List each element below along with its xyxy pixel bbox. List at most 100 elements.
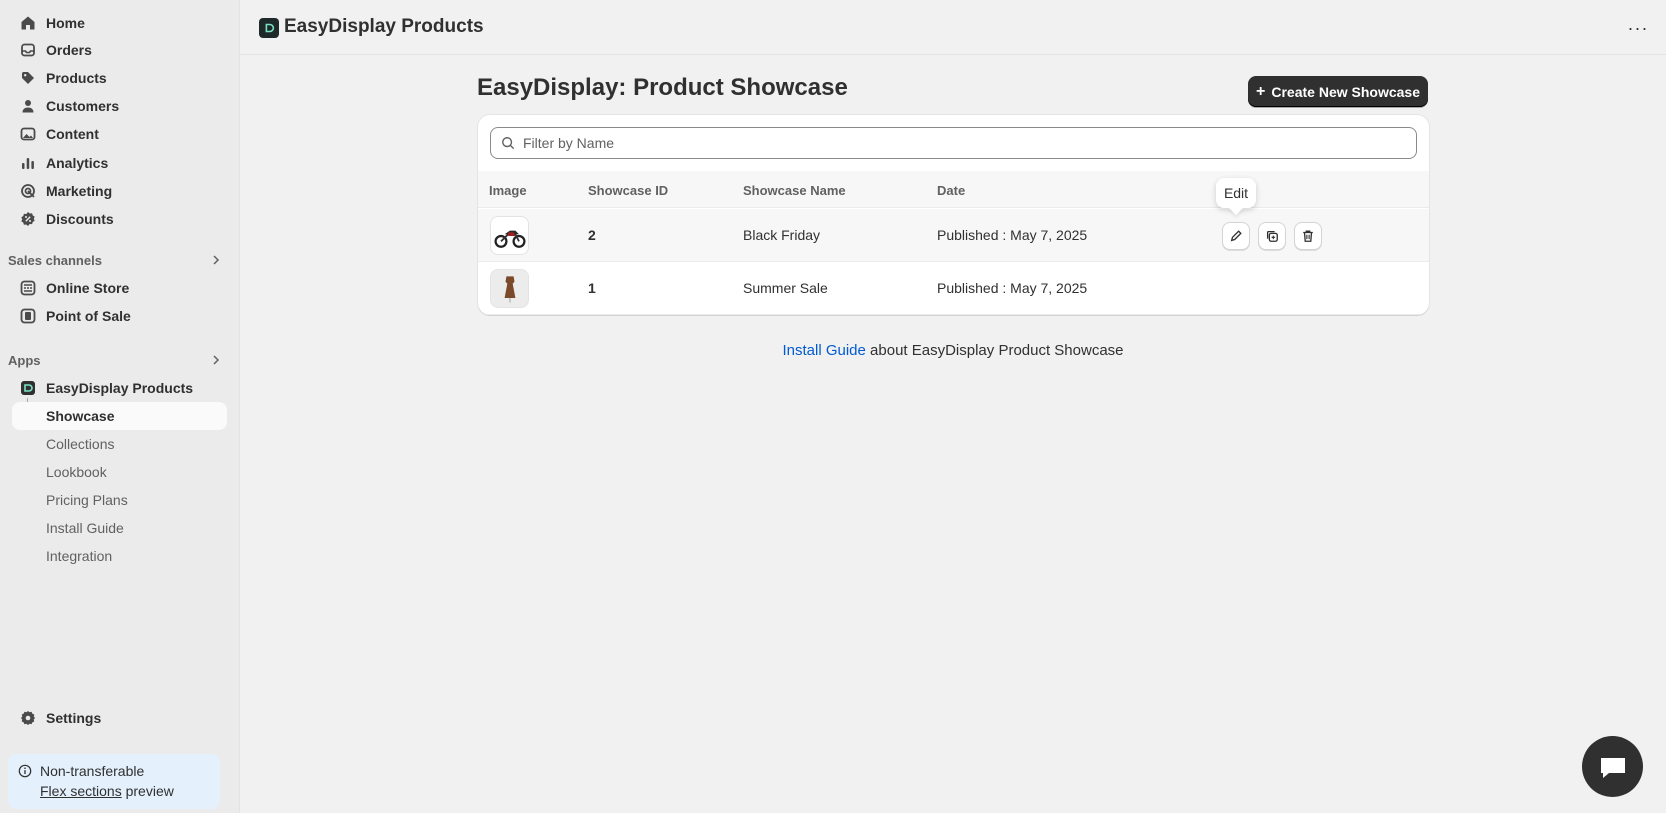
bar-chart-icon <box>20 155 36 171</box>
nav-label: Discounts <box>46 211 114 227</box>
nav-label: Products <box>46 70 107 86</box>
nav-install-guide[interactable]: Install Guide <box>12 514 227 542</box>
preview-notice: Non-transferable Flex sections preview <box>8 754 220 809</box>
nav-content[interactable]: Content <box>12 120 227 148</box>
nav-label: Integration <box>46 548 113 564</box>
chat-icon <box>1600 757 1625 778</box>
plus-icon: + <box>1256 82 1266 100</box>
app-logo-icon <box>259 18 279 38</box>
column-header: Image <box>489 183 527 198</box>
nav-analytics[interactable]: Analytics <box>12 149 227 177</box>
nav-label: Settings <box>46 710 102 726</box>
install-guide-link[interactable]: Install Guide <box>782 342 865 359</box>
nav-discounts[interactable]: Discounts <box>12 205 227 233</box>
duplicate-button[interactable] <box>1258 222 1286 250</box>
target-icon <box>20 183 36 199</box>
showcase-name: Black Friday <box>743 227 821 243</box>
store-icon <box>20 280 36 296</box>
gear-icon <box>20 710 36 726</box>
showcase-date: Published : May 7, 2025 <box>937 280 1088 296</box>
nav-label: Home <box>46 15 85 31</box>
nav-collections[interactable]: Collections <box>12 430 227 458</box>
section-label: Apps <box>8 352 41 368</box>
nav-lookbook[interactable]: Lookbook <box>12 458 227 486</box>
nav-point-of-sale[interactable]: Point of Sale <box>12 302 227 330</box>
home-icon <box>20 15 36 31</box>
filter-search-field[interactable] <box>490 127 1417 159</box>
edit-button[interactable] <box>1222 222 1250 250</box>
discount-icon <box>20 211 36 227</box>
button-label: Create New Showcase <box>1271 83 1420 100</box>
table-header: Image Showcase ID Showcase Name Date <box>478 171 1429 208</box>
notice-line2: Flex sections preview <box>40 781 210 801</box>
showcase-id: 1 <box>588 280 596 296</box>
app-title: EasyDisplay Products <box>284 16 484 37</box>
nav-home[interactable]: Home <box>12 9 227 37</box>
column-header: Showcase ID <box>588 183 669 198</box>
app-header: EasyDisplay Products ··· <box>240 0 1666 55</box>
nav-label: Marketing <box>46 183 113 199</box>
chevron-right-icon <box>213 255 220 265</box>
notice-suffix: preview <box>121 783 174 799</box>
nav-online-store[interactable]: Online Store <box>12 274 227 302</box>
chat-button[interactable] <box>1582 736 1643 797</box>
nav-label: Orders <box>46 42 92 58</box>
footer-text: about EasyDisplay Product Showcase <box>865 342 1124 359</box>
notice-line1: Non-transferable <box>40 763 145 779</box>
nav-integration[interactable]: Integration <box>12 542 227 570</box>
nav-customers[interactable]: Customers <box>12 92 227 120</box>
pencil-icon <box>1230 230 1242 242</box>
flex-sections-link[interactable]: Flex sections <box>40 783 122 799</box>
section-label: Sales channels <box>8 252 102 268</box>
info-icon <box>18 764 32 778</box>
dress-image <box>491 270 528 307</box>
nav-products[interactable]: Products <box>12 64 227 92</box>
nav-showcase[interactable]: Showcase <box>12 402 227 430</box>
nav-label: Customers <box>46 98 120 114</box>
more-actions-button[interactable]: ··· <box>1624 14 1652 42</box>
nav-label: Pricing Plans <box>46 492 128 508</box>
motorcycle-image <box>493 230 526 248</box>
trash-icon <box>1303 230 1313 242</box>
pos-icon <box>20 308 36 324</box>
apps-header[interactable]: Apps <box>8 350 228 370</box>
nav-label: Lookbook <box>46 464 107 480</box>
product-thumbnail <box>490 216 529 255</box>
create-new-showcase-button[interactable]: + Create New Showcase <box>1248 76 1428 107</box>
install-guide-note: Install Guide about EasyDisplay Product … <box>240 342 1666 359</box>
column-header: Showcase Name <box>743 183 846 198</box>
nav-app-easydisplay[interactable]: EasyDisplay Products <box>12 374 227 402</box>
nav-orders[interactable]: Orders <box>12 36 227 64</box>
showcase-name: Summer Sale <box>743 280 828 296</box>
column-header: Date <box>937 183 966 198</box>
filter-input[interactable] <box>523 135 1416 151</box>
app-logo-icon <box>20 380 36 396</box>
nav-settings[interactable]: Settings <box>12 704 227 732</box>
nav-label: Content <box>46 126 99 142</box>
table-row[interactable]: 2 Black Friday Published : May 7, 2025 <box>478 209 1429 262</box>
showcase-date: Published : May 7, 2025 <box>937 227 1088 243</box>
nav-label: Online Store <box>46 280 130 296</box>
product-thumbnail <box>490 269 529 308</box>
page-title: EasyDisplay: Product Showcase <box>477 74 848 101</box>
duplicate-icon <box>1266 230 1278 242</box>
tag-icon <box>20 70 36 86</box>
delete-button[interactable] <box>1294 222 1322 250</box>
person-icon <box>20 98 36 114</box>
nav-label: Install Guide <box>46 520 124 536</box>
table-row[interactable]: 1 Summer Sale Published : May 7, 2025 <box>478 262 1429 315</box>
chevron-right-icon <box>213 355 220 365</box>
edit-tooltip: Edit <box>1216 178 1256 208</box>
sales-channels-header[interactable]: Sales channels <box>8 250 228 270</box>
nav-marketing[interactable]: Marketing <box>12 177 227 205</box>
nav-pricing-plans[interactable]: Pricing Plans <box>12 486 227 514</box>
search-icon <box>502 137 515 150</box>
nav-label: Showcase <box>46 408 115 424</box>
nav-label: EasyDisplay Products <box>46 380 194 396</box>
